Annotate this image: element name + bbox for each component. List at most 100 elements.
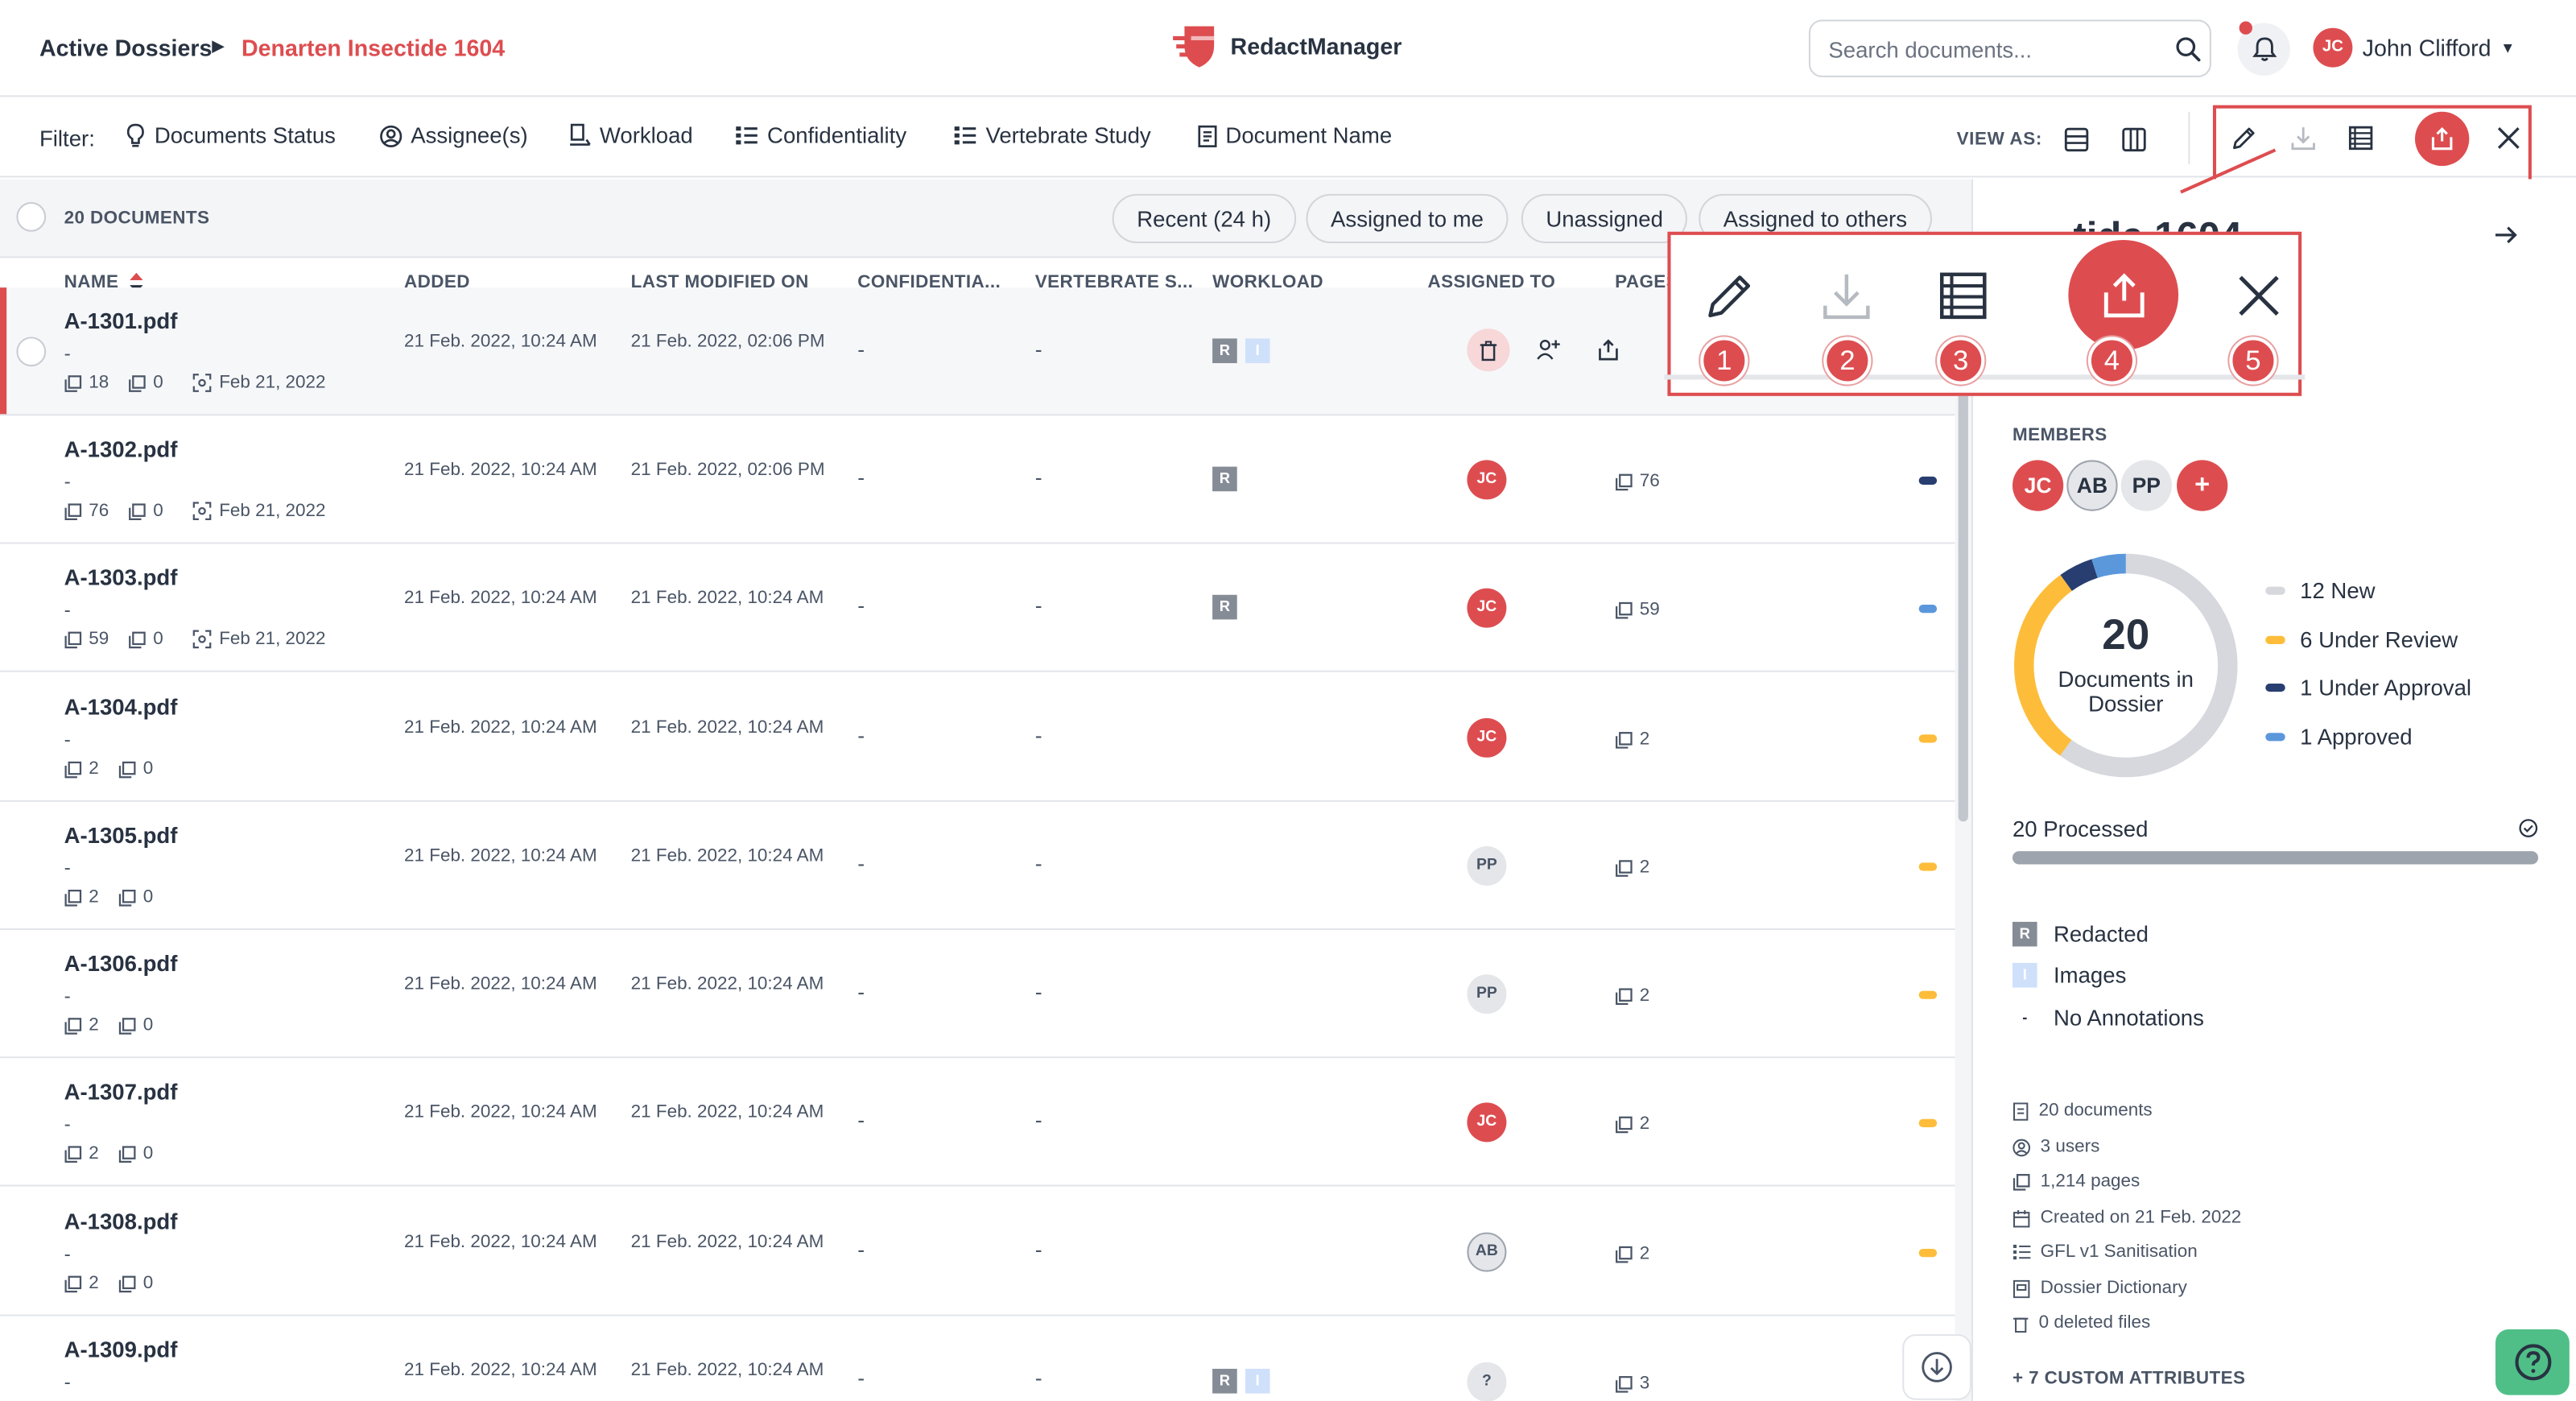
confidentiality-value: - <box>857 851 865 876</box>
file-meta: 2 0 <box>64 1273 153 1294</box>
legend-under-approval[interactable]: 1 Under Approval <box>2265 676 2471 700</box>
workload-badges: R <box>1212 466 1237 492</box>
ocr-icon <box>193 374 213 392</box>
view-list-button[interactable] <box>2054 120 2099 159</box>
info-dictionary[interactable]: Dossier Dictionary <box>2013 1279 2187 1298</box>
pages-icon <box>1616 601 1633 618</box>
quick-filter-assigned-to-me[interactable]: Assigned to me <box>1306 193 1509 244</box>
file-name[interactable]: A-1306.pdf <box>64 952 178 977</box>
view-board-button[interactable] <box>2111 120 2157 159</box>
attribute-label: No Annotations <box>2054 1005 2204 1031</box>
vertebrate-value: - <box>1034 1365 1042 1391</box>
assignee-avatar[interactable]: AB <box>1467 1232 1507 1272</box>
legend-new[interactable]: 12 New <box>2265 578 2376 603</box>
vertebrate-value: - <box>1034 465 1042 490</box>
assignee-avatar[interactable]: PP <box>1467 846 1507 886</box>
table-row[interactable]: A-1307.pdf - 2 0 21 Feb. 2022, 10:24 AM … <box>0 1058 1955 1187</box>
chevron-down-icon[interactable]: ▼ <box>2500 39 2515 56</box>
add-member-button[interactable]: + <box>2177 460 2228 511</box>
legend-approved[interactable]: 1 Approved <box>2265 725 2413 750</box>
quick-filter-recent[interactable]: Recent (24 h) <box>1112 193 1296 244</box>
annotations-icon <box>119 888 136 906</box>
pages-icon <box>2013 1173 2030 1190</box>
file-name[interactable]: A-1303.pdf <box>64 565 178 590</box>
search-icon[interactable] <box>2175 36 2202 63</box>
member-avatar[interactable]: JC <box>2012 460 2064 511</box>
zoom-close-button <box>2226 263 2292 329</box>
page-count-cell: 2 <box>1615 986 1650 1006</box>
file-name[interactable]: A-1301.pdf <box>64 309 178 334</box>
table-row[interactable]: A-1304.pdf - 2 0 21 Feb. 2022, 10:24 AM … <box>0 673 1955 802</box>
breadcrumb-current-dossier[interactable]: Denarten Insectide 1604 <box>242 35 505 61</box>
scroll-to-bottom-button[interactable] <box>1902 1334 1971 1400</box>
select-all-checkbox[interactable] <box>16 202 47 232</box>
info-deleted-files[interactable]: 0 deleted files <box>2013 1313 2150 1333</box>
assignee-avatar[interactable]: PP <box>1467 974 1507 1015</box>
page-count: 2 <box>89 758 99 779</box>
file-name[interactable]: A-1305.pdf <box>64 823 178 848</box>
page-count: 2 <box>89 887 99 907</box>
table-row[interactable]: A-1305.pdf - 2 0 21 Feb. 2022, 10:24 AM … <box>0 801 1955 931</box>
assignee-avatar[interactable]: ? <box>1467 1362 1507 1401</box>
file-name[interactable]: A-1307.pdf <box>64 1080 178 1105</box>
help-button[interactable] <box>2495 1329 2570 1395</box>
row-checkbox[interactable] <box>16 337 47 367</box>
attribute-label: Images <box>2054 962 2127 988</box>
custom-attributes-toggle[interactable]: + 7 CUSTOM ATTRIBUTES <box>2013 1369 2245 1388</box>
assign-user-button[interactable] <box>1526 329 1569 371</box>
file-meta: 2 0 <box>64 758 153 779</box>
breadcrumb-active-dossiers[interactable]: Active Dossiers <box>39 35 212 61</box>
legend-under-review[interactable]: 6 Under Review <box>2265 628 2458 652</box>
table-row[interactable]: A-1306.pdf - 2 0 21 Feb. 2022, 10:24 AM … <box>0 930 1955 1059</box>
table-row[interactable]: A-1309.pdf - 21 Feb. 2022, 10:24 AM 21 F… <box>0 1316 1955 1401</box>
assignee-avatar[interactable]: JC <box>1467 460 1507 500</box>
file-name[interactable]: A-1302.pdf <box>64 437 178 462</box>
assignee-avatar[interactable]: JC <box>1467 717 1507 758</box>
filter-documents-status[interactable]: Documents Status <box>125 123 336 148</box>
assignee-avatar[interactable]: JC <box>1467 588 1507 628</box>
page-count: 2 <box>89 1015 99 1035</box>
page-count: 2 <box>89 1273 99 1294</box>
processed-label: 20 Processed <box>2012 816 2149 841</box>
file-name[interactable]: A-1304.pdf <box>64 695 178 720</box>
workload-icon <box>570 123 591 146</box>
table-row[interactable]: A-1302.pdf - 76 0 Feb 21, 2022 21 Feb. 2… <box>0 415 1955 544</box>
quick-filter-unassigned[interactable]: Unassigned <box>1521 193 1688 244</box>
file-name[interactable]: A-1309.pdf <box>64 1337 178 1362</box>
attribute-redacted[interactable]: R Redacted <box>2012 921 2149 947</box>
attribute-no-annotations[interactable]: - No Annotations <box>2013 1006 2204 1031</box>
search-box[interactable] <box>1808 19 2211 77</box>
info-text: 1,214 pages <box>2040 1172 2140 1192</box>
member-avatar[interactable]: AB <box>2066 460 2118 511</box>
filter-workload[interactable]: Workload <box>568 123 693 148</box>
brand-logo[interactable]: RedactManager <box>1171 23 1402 69</box>
table-row[interactable]: A-1301.pdf - 18 0 Feb 21, 2022 21 Feb. 2… <box>0 287 1955 416</box>
search-input[interactable] <box>1828 34 2157 64</box>
workload-redacted-badge: R <box>1212 338 1237 364</box>
member-avatar[interactable]: PP <box>2120 460 2172 511</box>
status-indicator <box>1918 605 1938 614</box>
pages-value: 2 <box>1639 986 1650 1006</box>
assignee-avatar[interactable]: JC <box>1467 1102 1507 1143</box>
file-meta: 59 0 Feb 21, 2022 <box>64 630 326 649</box>
table-row[interactable]: A-1308.pdf - 2 0 21 Feb. 2022, 10:24 AM … <box>0 1188 1955 1316</box>
export-icon <box>1599 339 1618 361</box>
delete-file-button[interactable] <box>1467 329 1510 372</box>
pages-icon <box>1616 731 1633 748</box>
file-name[interactable]: A-1308.pdf <box>64 1209 178 1234</box>
attribute-images[interactable]: I Images <box>2012 962 2127 988</box>
filter-vertebrate-study[interactable]: Vertebrate Study <box>953 123 1151 148</box>
pages-icon <box>64 374 82 391</box>
arrow-right-icon[interactable] <box>2494 225 2519 245</box>
legend-label: 1 Under Approval <box>2300 675 2472 700</box>
user-avatar[interactable]: JC <box>2313 27 2353 68</box>
export-file-button[interactable] <box>1587 329 1629 371</box>
confidentiality-value: - <box>857 593 865 618</box>
modified-date: 21 Feb. 2022, 10:24 AM <box>630 1360 824 1381</box>
page-count-cell: 2 <box>1615 729 1649 750</box>
filter-confidentiality[interactable]: Confidentiality <box>734 123 906 148</box>
table-row[interactable]: A-1303.pdf - 59 0 Feb 21, 2022 21 Feb. 2… <box>0 543 1955 672</box>
filter-assignees[interactable]: Assignee(s) <box>379 123 528 148</box>
filter-document-name[interactable]: Document Name <box>1198 123 1392 148</box>
user-name[interactable]: John Clifford <box>2363 35 2491 61</box>
